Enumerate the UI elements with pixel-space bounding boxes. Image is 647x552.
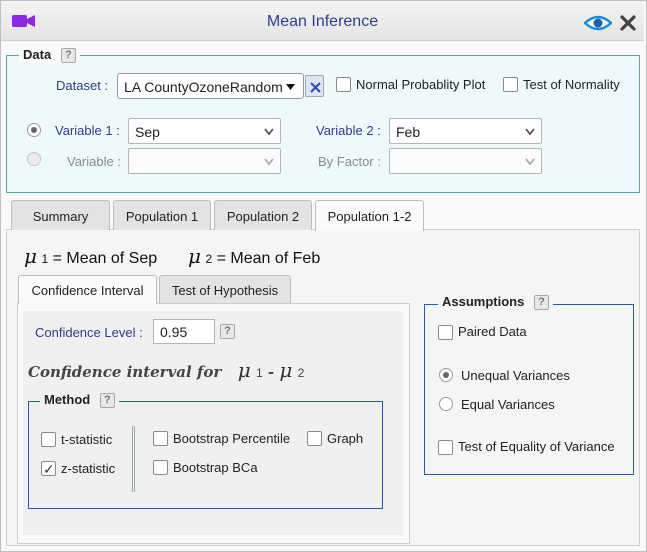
chevron-down-icon: [525, 128, 535, 136]
method-help-button[interactable]: ?: [99, 393, 115, 409]
confidence-help-button[interactable]: ?: [220, 324, 235, 339]
graph-label: Graph: [327, 431, 364, 446]
clear-dataset-button[interactable]: [305, 75, 324, 97]
normal-plot-label: Normal Probablity Plot: [356, 77, 486, 92]
bootstrap-bca-label: Bootstrap BCa: [173, 460, 258, 475]
z-statistic-checkbox[interactable]: ✓: [41, 461, 56, 476]
equality-of-variance-checkbox[interactable]: [438, 440, 453, 455]
variable1-value: Sep: [135, 124, 160, 140]
equality-of-variance-label: Test of Equality of Variance: [458, 439, 615, 454]
confidence-level-label: Confidence Level :: [35, 325, 143, 340]
paired-data-checkbox[interactable]: [438, 325, 453, 340]
variable2-value: Feb: [396, 124, 421, 140]
title-bar: Mean Inference: [1, 1, 644, 41]
assumptions-legend-text: Assumptions: [442, 294, 525, 309]
subscript-2: 2: [205, 252, 213, 266]
variable2-label: Variable 2 :: [316, 123, 381, 138]
chevron-down-icon: [264, 128, 274, 136]
tab-population-1[interactable]: Population 1: [113, 200, 211, 230]
confidence-interval-title: Confidence interval for μ 1 - μ 2: [28, 358, 304, 382]
dataset-select[interactable]: LA CountyOzoneRandom: [117, 73, 304, 99]
subscript-1: 1: [41, 252, 49, 266]
by-factor-label: By Factor :: [318, 154, 381, 169]
data-legend: Data ?: [19, 47, 80, 64]
mean2-definition: = Mean of Feb: [216, 250, 321, 267]
paired-data-label: Paired Data: [458, 324, 527, 339]
bootstrap-percentile-label: Bootstrap Percentile: [173, 431, 291, 446]
bootstrap-bca-checkbox[interactable]: [153, 460, 168, 475]
normality-test-checkbox[interactable]: [503, 77, 518, 92]
ci-title-text: Confidence interval for: [28, 363, 222, 381]
variable2-select[interactable]: Feb: [389, 118, 542, 144]
t-statistic-label: t-statistic: [61, 432, 113, 447]
assumptions-legend: Assumptions ?: [438, 294, 553, 311]
tab-confidence-interval[interactable]: Confidence Interval: [18, 275, 157, 304]
equal-variances-radio[interactable]: [439, 397, 453, 411]
minus-sign: -: [267, 363, 275, 381]
bootstrap-percentile-checkbox[interactable]: [153, 431, 168, 446]
assumptions-help-button[interactable]: ?: [533, 295, 549, 311]
mu-symbol: μ: [24, 244, 37, 268]
method-divider: [132, 426, 135, 492]
subscript-1: 1: [256, 366, 263, 380]
equal-variances-label: Equal Variances: [461, 397, 555, 412]
tab-population-2[interactable]: Population 2: [214, 200, 312, 230]
variable-select[interactable]: [128, 148, 281, 174]
mu-symbol: μ: [237, 358, 251, 382]
normal-plot-checkbox[interactable]: [336, 77, 351, 92]
tab-population-1-2[interactable]: Population 1-2: [315, 200, 424, 231]
normality-test-label: Test of Normality: [523, 77, 620, 92]
data-legend-text: Data: [23, 47, 52, 62]
close-icon[interactable]: [620, 15, 636, 31]
method-legend-text: Method: [44, 392, 91, 407]
unequal-variances-label: Unequal Variances: [461, 368, 570, 383]
data-help-button[interactable]: ?: [60, 48, 76, 64]
caret-down-icon: [286, 84, 295, 90]
t-statistic-checkbox[interactable]: [41, 432, 56, 447]
chevron-down-icon: [525, 158, 535, 166]
dataset-label: Dataset :: [56, 78, 109, 93]
mu-symbol: μ: [188, 244, 202, 268]
tab-summary[interactable]: Summary: [11, 200, 110, 230]
factor-radio[interactable]: [27, 152, 41, 166]
mean1-definition: = Mean of Sep: [52, 250, 158, 267]
z-statistic-label: z-statistic: [61, 461, 116, 476]
method-section: [28, 401, 383, 509]
window-title: Mean Inference: [266, 13, 379, 30]
variable1-label: Variable 1 :: [55, 123, 120, 138]
two-variable-radio[interactable]: [27, 123, 41, 137]
eye-icon[interactable]: [584, 15, 612, 31]
by-factor-select[interactable]: [389, 148, 542, 174]
chevron-down-icon: [264, 158, 274, 166]
mu-symbol: μ: [279, 358, 293, 382]
variable1-select[interactable]: Sep: [128, 118, 281, 144]
confidence-level-input[interactable]: 0.95: [153, 319, 215, 344]
graph-checkbox[interactable]: [307, 431, 322, 446]
subscript-2: 2: [297, 366, 305, 380]
mean-definitions: μ 1 = Mean of Sep μ 2 = Mean of Feb: [24, 244, 320, 268]
method-legend: Method ?: [40, 392, 119, 409]
checkmark-icon: ✓: [43, 461, 55, 477]
dataset-value: LA CountyOzoneRandom: [124, 79, 283, 95]
tab-test-of-hypothesis[interactable]: Test of Hypothesis: [159, 275, 291, 303]
clear-x-icon: [310, 82, 321, 93]
unequal-variances-radio[interactable]: [439, 368, 453, 382]
variable-label: Variable :: [67, 154, 121, 169]
